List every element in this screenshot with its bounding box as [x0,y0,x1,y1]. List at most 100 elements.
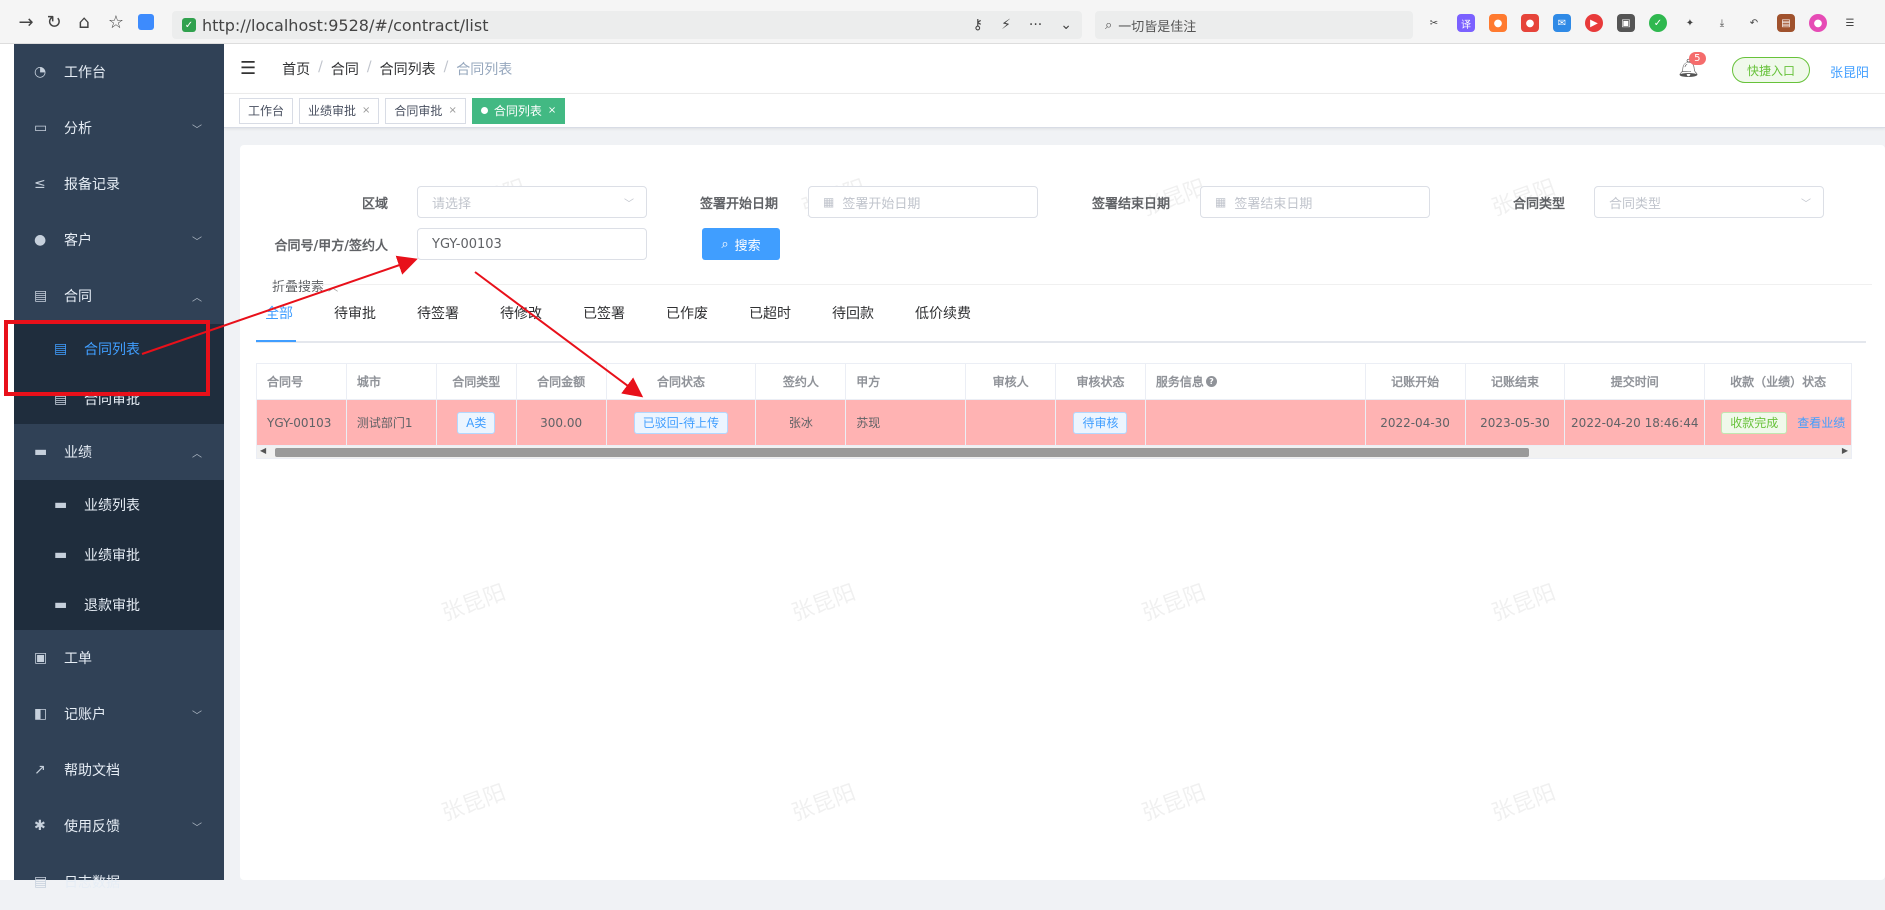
game-icon[interactable]: ● [1489,14,1507,32]
tag-contract-approval[interactable]: 合同审批 × [385,97,466,124]
table-horizontal-scrollbar[interactable]: ◀ ▶ [256,445,1852,459]
video-icon[interactable]: ▶ [1585,14,1603,32]
keyword-input[interactable]: YGY-00103 [417,228,647,260]
sign-end-placeholder: 签署结束日期 [1234,196,1313,212]
tag-workbench[interactable]: 工作台 [239,97,294,124]
quick-entry-button[interactable]: 快捷入口 [1731,57,1810,83]
briefcase-ext-icon[interactable]: ▤ [1777,14,1795,32]
active-dot-icon [480,107,488,114]
scroll-left-icon[interactable]: ◀ [260,446,266,455]
breadcrumb-home[interactable]: 首页 [282,59,310,79]
column-header: 审核人 [966,364,1057,400]
download-icon[interactable]: ⤓ [1713,14,1731,32]
watermark: 张昆阳 [438,780,510,827]
sidebar-item-work-orders[interactable]: ▣ 工单 [14,630,224,686]
user-icon: ● [34,232,47,248]
close-icon[interactable]: × [448,105,456,116]
bell-icon[interactable]: 🔔︎ 5 [1677,52,1706,79]
lightning-icon[interactable]: ⚡ [1001,17,1011,33]
sidebar-item-analysis[interactable]: ▭ 分析 ﹀ [14,100,224,156]
cell-status: 已驳回-待上传 [606,400,757,445]
undo-icon[interactable]: ↶ [1745,14,1763,32]
browser-search-input[interactable]: ⌕ 一切皆是佳注 [1095,11,1413,39]
column-header: 城市 [346,364,437,400]
sidebar-item-workbench[interactable]: ◔ 工作台 [14,44,224,100]
breadcrumb-contract[interactable]: 合同 [331,59,359,79]
translate-icon[interactable]: 译 [1457,14,1475,32]
sidebar-item-refund-approval[interactable]: ▬ 退款审批 [14,580,224,630]
sidebar-item-performance-list[interactable]: ▬ 业绩列表 [14,480,224,530]
search-button[interactable]: ⌕ 搜索 [702,228,780,260]
tab-timeout[interactable]: 已超时 [749,303,791,323]
close-icon[interactable]: × [548,105,556,116]
bookmark-star-icon[interactable]: ☆ [102,8,130,36]
keyword-value: YGY-00103 [432,236,502,252]
mail-icon[interactable]: ✉ [1553,14,1571,32]
scissors-icon[interactable]: ✂ [1425,14,1443,32]
tab-signed[interactable]: 已签署 [583,303,625,323]
fold-search-toggle[interactable]: 折叠搜索 ︿ [272,276,338,295]
tag-performance-approval[interactable]: 业绩审批 × [299,97,380,124]
key-icon[interactable]: ⚷ [973,17,983,33]
sidebar-item-accounts[interactable]: ◧ 记账户 ﹀ [14,686,224,742]
search-placeholder: 一切皆是佳注 [1118,19,1197,35]
weibo-icon[interactable]: ● [1521,14,1539,32]
sidebar-item-performance-approval[interactable]: ▬ 业绩审批 [14,530,224,580]
tag-contract-list[interactable]: 合同列表 × [471,97,566,124]
scroll-right-icon[interactable]: ▶ [1842,446,1848,455]
cell-city: 测试部门1 [346,400,437,445]
avatar-ext-icon[interactable]: ● [1809,14,1827,32]
check-extension-icon[interactable]: ✓ [1649,14,1667,32]
tab-voided[interactable]: 已作废 [666,303,708,323]
tab-pending-edit[interactable]: 待修改 [500,303,542,323]
home-icon[interactable]: ⌂ [70,8,98,36]
reload-icon[interactable]: ↻ [40,8,68,36]
hamburger-icon[interactable]: ☰ [240,58,256,79]
tab-pending-sign[interactable]: 待签署 [417,303,459,323]
question-icon[interactable]: ? [1205,376,1217,387]
sidebar-item-customers[interactable]: ● 客户 ﹀ [14,212,224,268]
calendar-icon: ▦ [823,195,835,209]
view-performance-link[interactable]: 查看业绩 [1797,414,1845,431]
sidebar-item-logs[interactable]: ▤ 日志数据 [14,854,224,910]
user-name[interactable]: 张昆阳 [1830,62,1869,81]
briefcase-icon: ▬ [54,547,68,563]
cell-submit-time: 2022-04-20 18:46:44 [1565,400,1706,445]
briefcase-icon: ▬ [54,597,68,613]
sidebar-item-feedback[interactable]: ✱ 使用反馈 ﹀ [14,798,224,854]
url-text: http://localhost:9528/#/contract/list [202,15,489,35]
tab-low-price-renewal[interactable]: 低价续费 [915,303,971,323]
contract-type-select[interactable]: 合同类型 ﹀ [1594,186,1824,218]
fold-search-label: 折叠搜索 [272,280,325,295]
sidebar-item-contracts[interactable]: ▤ 合同 ︿ [14,268,224,324]
type-badge: A类 [457,411,496,434]
more-icon[interactable]: ··· [1029,17,1042,33]
reader-icon[interactable]: ▣ [1617,14,1635,32]
table-row[interactable]: YGY-00103 测试部门1 A类 300.00 已驳回-待上传 张冰 苏现 … [257,400,1852,445]
close-icon[interactable]: × [362,105,370,116]
tab-pending-approval[interactable]: 待审批 [334,303,376,323]
region-select[interactable]: 请选择 ﹀ [417,186,647,218]
watermark: 张昆阳 [438,580,510,627]
cell-review-status: 待审核 [1056,400,1146,445]
sign-end-date-picker[interactable]: ▦ 签署结束日期 [1200,186,1430,218]
chevron-down-icon[interactable]: ⌄ [1060,17,1072,33]
ai-extension-icon[interactable] [132,8,160,36]
tab-pending-payment[interactable]: 待回款 [832,303,874,323]
status-badge: 已驳回-待上传 [633,411,729,434]
sidebar-item-label: 工单 [64,651,92,667]
forward-icon[interactable]: → [12,8,40,36]
breadcrumb-contract-list[interactable]: 合同列表 [380,59,436,79]
sidebar-item-reports[interactable]: ≤ 报备记录 [14,156,224,212]
tab-all[interactable]: 全部 [265,303,293,323]
sidebar-item-performance[interactable]: ▬ 业绩 ︿ [14,424,224,480]
sign-start-date-picker[interactable]: ▦ 签署开始日期 [808,186,1038,218]
menu-icon[interactable]: ☰ [1841,14,1859,32]
column-header: 服务信息 [1155,375,1204,389]
address-bar[interactable]: ✓ http://localhost:9528/#/contract/list … [172,11,1082,39]
scrollbar-thumb[interactable] [275,448,1529,457]
puzzle-icon[interactable]: ✦ [1681,14,1699,32]
sidebar-item-help-docs[interactable]: ↗ 帮助文档 [14,742,224,798]
sidebar-item-label: 帮助文档 [64,763,120,779]
bug-icon: ✱ [34,818,46,834]
